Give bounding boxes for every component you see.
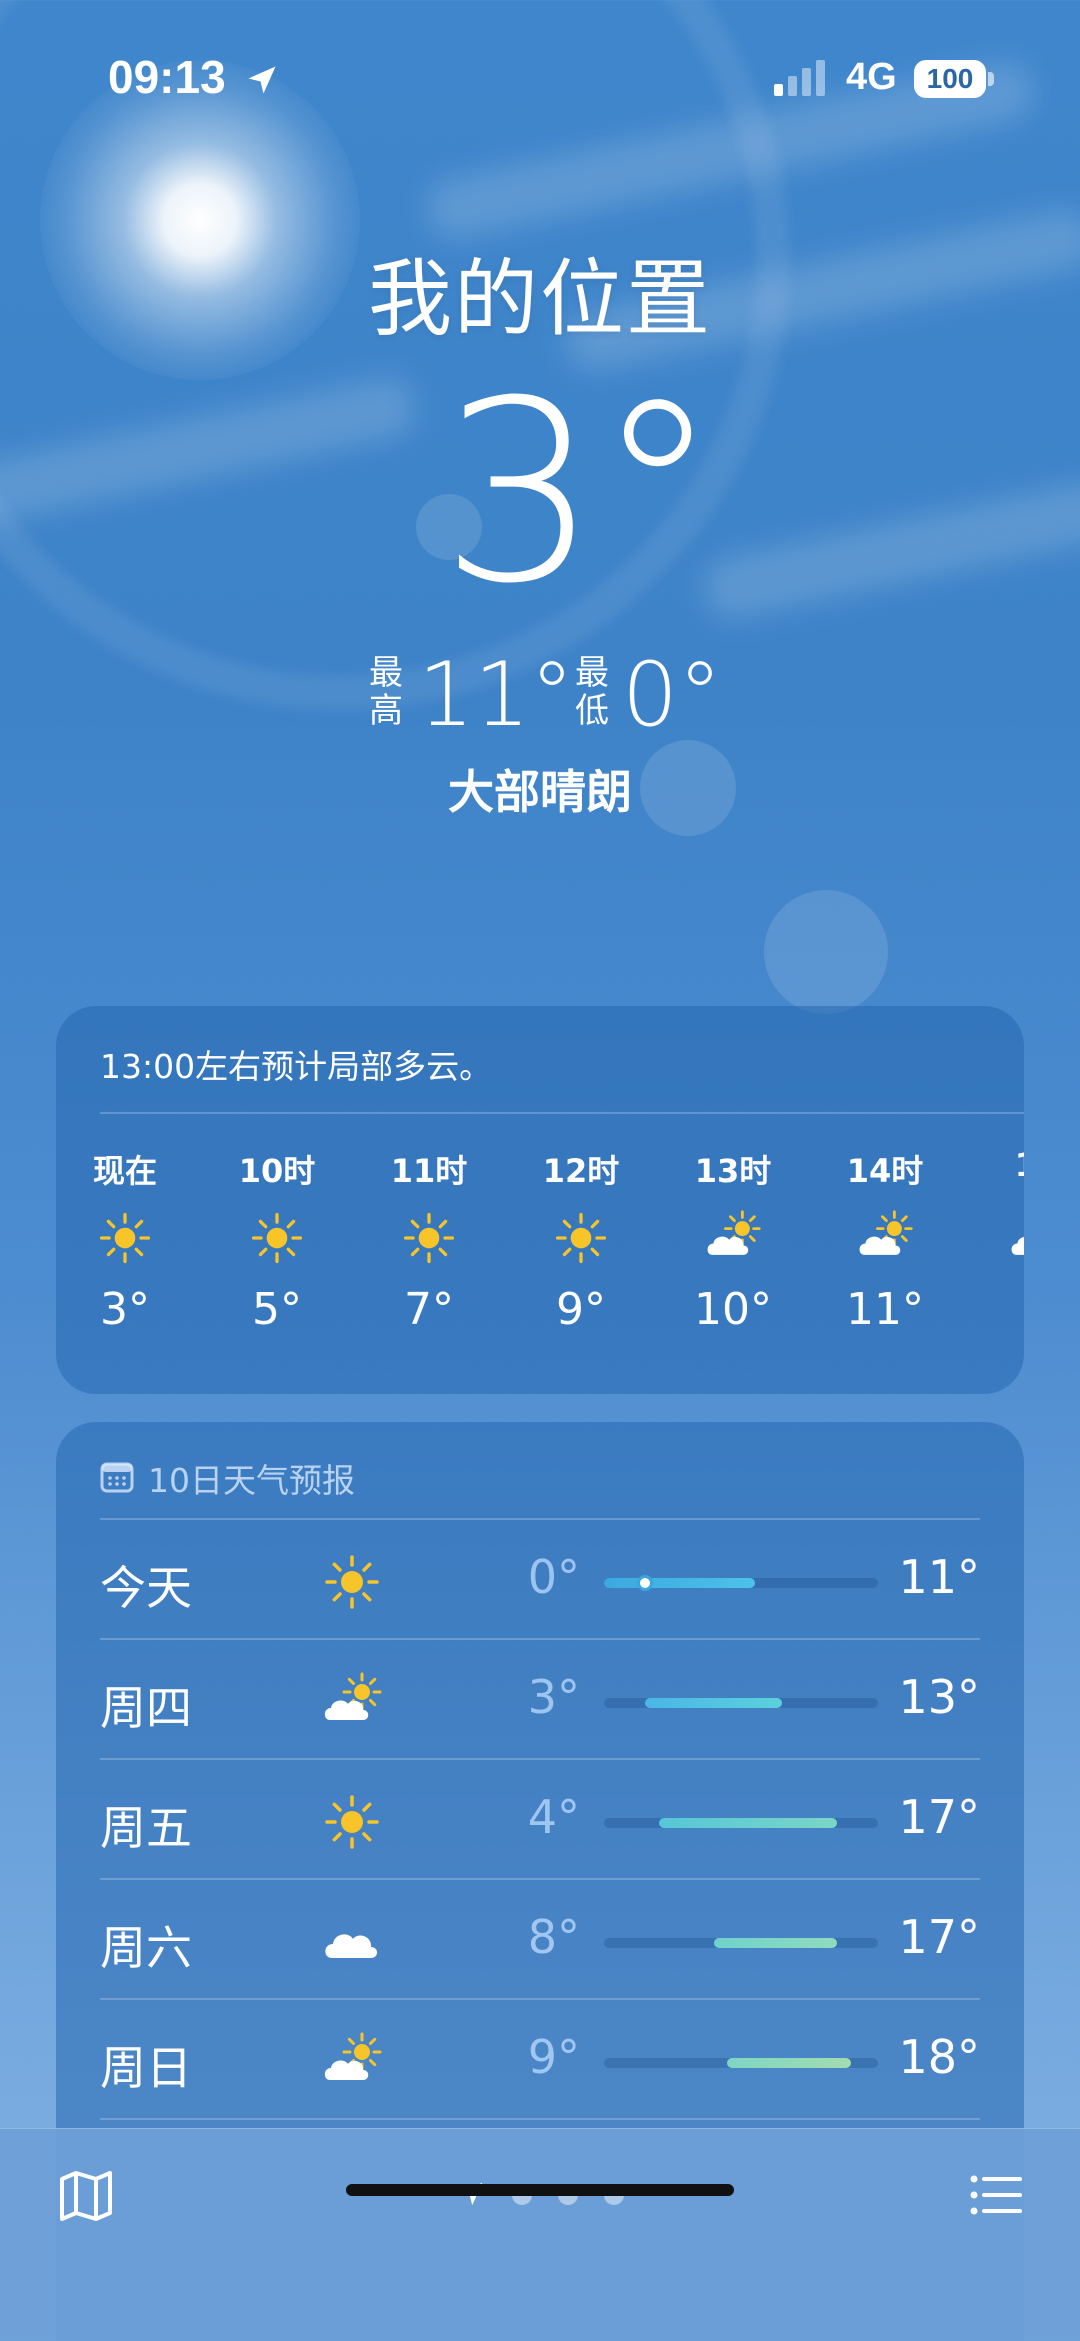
sun-icon [247, 1208, 307, 1268]
city-list-icon[interactable] [966, 2165, 1026, 2225]
cloud-streak [698, 476, 1080, 624]
row-divider [100, 2118, 980, 2120]
day-name: 周六 [100, 1921, 192, 1975]
temperature-range-fill [604, 1578, 755, 1588]
hourly-item: 15 1 [972, 1146, 1024, 1335]
high-low-temperatures: 最高 11° 最低 0° [0, 650, 1080, 740]
sun-icon [551, 1208, 611, 1268]
day-name: 周四 [100, 1681, 192, 1735]
hour-label: 15 [972, 1146, 1024, 1190]
temperature-range-bar [604, 1698, 878, 1708]
low-temperature: 0° [622, 643, 722, 746]
location-title: 我的位置 [367, 250, 712, 348]
hourly-item: 现在 3° [60, 1146, 190, 1335]
hourly-item: 10时 5° [212, 1146, 342, 1335]
partly-cloudy-icon [1007, 1208, 1024, 1268]
hour-temperature: 7° [404, 1284, 454, 1335]
day-low-temperature: 0° [527, 1550, 580, 1604]
network-type: 4G [846, 56, 897, 98]
temperature-range-fill [658, 1818, 837, 1828]
high-label-text: 最高 [369, 653, 403, 731]
hourly-item: 12时 9° [516, 1146, 646, 1335]
card-divider [100, 1112, 1024, 1114]
partly-cloudy-icon [855, 1208, 915, 1268]
hour-temperature: 1 [972, 1284, 1024, 1335]
hour-label: 现在 [92, 1152, 157, 1190]
lens-flare [764, 890, 888, 1014]
ten-day-title: 10日天气预报 [148, 1461, 355, 1500]
battery-tip [988, 72, 994, 86]
location-arrow-icon [248, 66, 276, 94]
sun-icon [399, 1208, 459, 1268]
day-low-temperature: 8° [527, 1910, 580, 1964]
hour-label: 12时 [542, 1152, 620, 1190]
temperature-range-bar [604, 2058, 878, 2068]
day-name: 今天 [100, 1561, 192, 1615]
day-low-temperature: 3° [527, 1670, 580, 1724]
hour-label: 10时 [238, 1152, 316, 1190]
calendar-icon [100, 1462, 134, 1493]
hour-label: 14时 [846, 1152, 924, 1190]
daily-row[interactable]: 周六 8° 17° [100, 1880, 980, 2000]
cellular-signal-icon [774, 60, 825, 96]
daily-row[interactable]: 周五 4° 17° [100, 1760, 980, 1880]
daily-row[interactable]: 今天 0° 11° [100, 1520, 980, 1640]
hour-label: 11时 [390, 1152, 468, 1190]
cloud-streak [0, 372, 422, 528]
hourly-item: 11时 7° [364, 1146, 494, 1335]
sun-icon [95, 1208, 155, 1268]
day-low-temperature: 4° [527, 1790, 580, 1844]
hour-temperature: 9° [556, 1284, 606, 1335]
day-high-temperature: 11° [898, 1550, 980, 1604]
weather-condition: 大部晴朗 [448, 765, 632, 819]
battery-icon: 100 [914, 60, 986, 98]
status-time: 09:13 [108, 51, 226, 103]
map-icon[interactable] [56, 2165, 116, 2225]
day-high-temperature: 17° [898, 1790, 980, 1844]
temperature-range-bar [604, 1575, 878, 1591]
battery-level: 100 [926, 63, 974, 94]
partly-cloudy-icon [703, 1208, 763, 1268]
hourly-summary: 13:00左右预计局部多云。 [100, 1047, 493, 1086]
day-high-temperature: 13° [898, 1670, 980, 1724]
day-high-temperature: 17° [898, 1910, 980, 1964]
low-label: 最低 [572, 654, 612, 730]
day-name: 周五 [100, 1801, 192, 1855]
home-indicator[interactable] [346, 2184, 734, 2196]
status-bar: 09:13 4G 100 [0, 0, 1080, 160]
temperature-range-fill [713, 1938, 837, 1948]
current-temperature-dot [637, 1575, 654, 1591]
day-name: 周日 [100, 2041, 192, 2095]
temperature-range-bar [604, 1938, 878, 1948]
daily-row[interactable]: 周日 9° 18° [100, 2000, 980, 2120]
temperature-range-fill [727, 2058, 851, 2068]
high-label: 最高 [366, 654, 406, 730]
hour-label: 13时 [694, 1152, 772, 1190]
hour-temperature: 3° [100, 1284, 150, 1335]
high-temperature: 11° [418, 643, 574, 746]
hour-temperature: 11° [846, 1284, 924, 1335]
daily-row[interactable]: 周四 3° 13° [100, 1640, 980, 1760]
hour-temperature: 5° [252, 1284, 302, 1335]
current-temperature: 3° [440, 347, 720, 638]
temperature-range-bar [604, 1818, 878, 1828]
hour-temperature: 10° [694, 1284, 772, 1335]
day-high-temperature: 18° [898, 2030, 980, 2084]
temperature-range-fill [645, 1698, 783, 1708]
hourly-item: 14时 11° [820, 1146, 950, 1335]
day-low-temperature: 9° [527, 2030, 580, 2084]
hourly-item: 13时 10° [668, 1146, 798, 1335]
bottom-toolbar [0, 2128, 1080, 2341]
low-label-text: 最低 [575, 653, 609, 731]
hourly-forecast-card[interactable]: 13:00左右预计局部多云。 现在 3° 10时 5° 11时 7° 12时 9° 13时 10°… [56, 1006, 1024, 1394]
